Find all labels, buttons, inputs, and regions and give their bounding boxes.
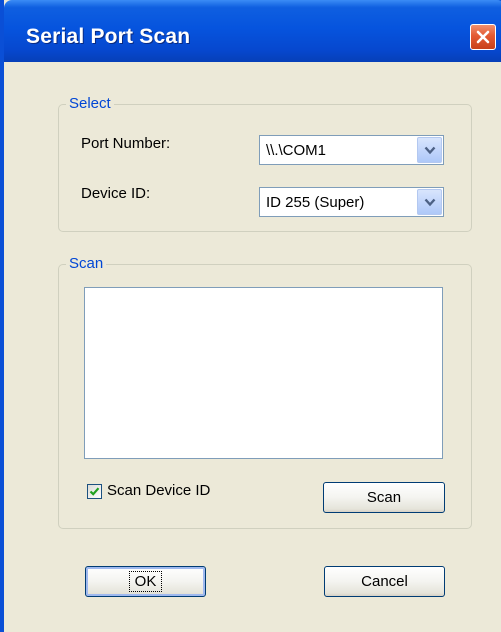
- select-group-legend: Select: [66, 95, 114, 112]
- window-title: Serial Port Scan: [26, 25, 191, 48]
- select-groupbox: Select Port Number: \\.\COM1 Device ID: …: [58, 95, 472, 232]
- scan-groupbox: Scan Scan Device ID Scan: [58, 255, 472, 529]
- cancel-button-label: Cancel: [361, 573, 408, 590]
- scan-group-legend: Scan: [66, 255, 107, 272]
- checkmark-icon: [89, 487, 100, 496]
- scan-device-id-checkbox[interactable]: Scan Device ID: [87, 482, 237, 502]
- scan-device-id-label: Scan Device ID: [107, 482, 211, 499]
- port-number-value: \\.\COM1: [266, 142, 327, 159]
- port-number-dropdown[interactable]: \\.\COM1: [259, 135, 444, 165]
- scan-button-label: Scan: [366, 489, 402, 506]
- close-button[interactable]: [470, 24, 496, 50]
- port-dropdown-button[interactable]: [417, 137, 442, 163]
- chevron-down-icon: [424, 198, 436, 207]
- scan-device-id-checkbox-box[interactable]: [87, 484, 102, 499]
- scan-button[interactable]: Scan: [323, 482, 445, 513]
- device-id-value: ID 255 (Super): [266, 194, 365, 211]
- dialog-body: Select Port Number: \\.\COM1 Device ID: …: [8, 62, 501, 632]
- device-dropdown-button[interactable]: [417, 189, 442, 215]
- ok-button-label: OK: [128, 571, 163, 592]
- device-id-dropdown[interactable]: ID 255 (Super): [259, 187, 444, 217]
- ok-button[interactable]: OK: [85, 566, 206, 597]
- cancel-button[interactable]: Cancel: [324, 566, 445, 597]
- dialog-window: Serial Port Scan Select Port Number: \\.…: [0, 0, 501, 632]
- title-bar[interactable]: Serial Port Scan: [4, 0, 501, 62]
- scan-results-list[interactable]: [84, 287, 443, 459]
- chevron-down-icon: [424, 146, 436, 155]
- port-number-label: Port Number:: [81, 135, 171, 152]
- close-icon: [476, 30, 490, 44]
- device-id-label: Device ID:: [81, 185, 151, 202]
